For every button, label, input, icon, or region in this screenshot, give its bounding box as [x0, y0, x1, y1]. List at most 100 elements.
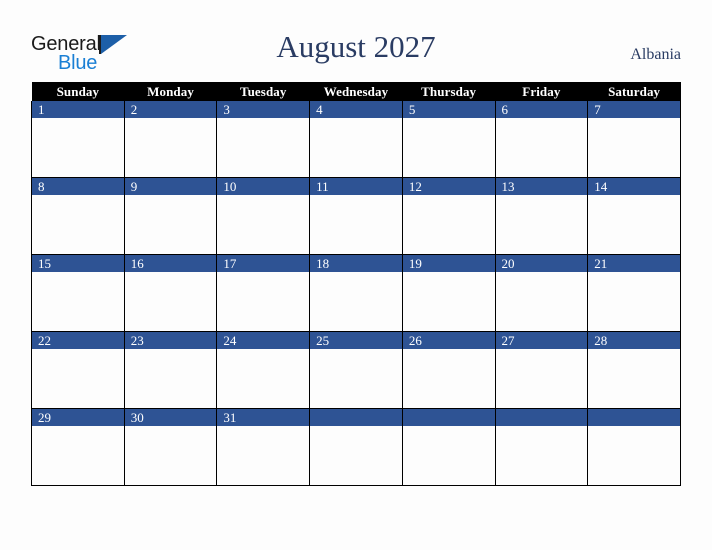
day-cell[interactable]: 25	[309, 331, 403, 409]
weekday-header-row: Sunday Monday Tuesday Wednesday Thursday…	[31, 82, 681, 101]
page-header: General Blue August 2027 Albania	[0, 0, 712, 80]
day-number: 31	[217, 409, 310, 426]
day-number: 19	[402, 255, 495, 272]
day-cell[interactable]: 26	[401, 331, 496, 409]
page-title: August 2027	[276, 29, 436, 64]
day-cell[interactable]: 19	[401, 254, 496, 332]
day-number: 16	[124, 255, 217, 272]
day-cell[interactable]: 17	[216, 254, 311, 332]
day-number: 27	[495, 332, 588, 349]
day-notes-area[interactable]	[217, 426, 310, 485]
day-cell[interactable]: 10	[216, 177, 311, 255]
day-notes-area[interactable]	[588, 426, 680, 485]
day-notes-area[interactable]	[310, 195, 402, 254]
day-notes-area[interactable]	[402, 118, 495, 177]
week-row: 1 2 3 4 5 6 7	[31, 101, 681, 178]
day-notes-area[interactable]	[124, 349, 217, 408]
day-notes-area[interactable]	[32, 118, 124, 177]
day-number: 29	[32, 409, 124, 426]
day-number: 18	[310, 255, 402, 272]
day-notes-area[interactable]	[310, 272, 402, 331]
day-cell[interactable]: 27	[494, 331, 589, 409]
day-notes-area[interactable]	[495, 195, 588, 254]
day-notes-area[interactable]	[32, 349, 124, 408]
day-notes-area[interactable]	[402, 272, 495, 331]
day-cell[interactable]: 31	[216, 408, 311, 486]
day-notes-area[interactable]	[124, 426, 217, 485]
weekday-header-thursday: Thursday	[402, 82, 496, 101]
day-cell[interactable]: 9	[123, 177, 218, 255]
day-cell[interactable]: 28	[587, 331, 681, 409]
day-number: 13	[495, 178, 588, 195]
day-number: 10	[217, 178, 310, 195]
day-number: 3	[217, 101, 310, 118]
day-cell[interactable]: 8	[31, 177, 125, 255]
day-cell[interactable]: 11	[309, 177, 403, 255]
day-cell[interactable]: 18	[309, 254, 403, 332]
week-row: 15 16 17 18 19 20 21	[31, 254, 681, 332]
day-notes-area[interactable]	[32, 195, 124, 254]
day-cell-empty[interactable]	[494, 408, 589, 486]
day-number: 7	[588, 101, 680, 118]
day-notes-area[interactable]	[124, 195, 217, 254]
day-notes-area[interactable]	[217, 349, 310, 408]
day-notes-area[interactable]	[495, 118, 588, 177]
day-notes-area[interactable]	[495, 272, 588, 331]
day-cell[interactable]: 13	[494, 177, 589, 255]
day-number	[588, 409, 680, 426]
weekday-header-monday: Monday	[124, 82, 217, 101]
day-number: 23	[124, 332, 217, 349]
weekday-header-sunday: Sunday	[31, 82, 125, 101]
day-cell-empty[interactable]	[309, 408, 403, 486]
week-row: 29 30 31	[31, 408, 681, 486]
day-cell[interactable]: 16	[123, 254, 218, 332]
day-notes-area[interactable]	[588, 349, 680, 408]
day-notes-area[interactable]	[217, 118, 310, 177]
day-number: 28	[588, 332, 680, 349]
day-cell[interactable]: 15	[31, 254, 125, 332]
day-cell-empty[interactable]	[401, 408, 496, 486]
day-cell[interactable]: 2	[123, 101, 218, 178]
day-number: 4	[310, 101, 402, 118]
day-cell[interactable]: 5	[401, 101, 496, 178]
day-notes-area[interactable]	[588, 195, 680, 254]
day-cell[interactable]: 22	[31, 331, 125, 409]
day-cell[interactable]: 4	[309, 101, 403, 178]
day-cell[interactable]: 7	[587, 101, 681, 178]
day-notes-area[interactable]	[310, 349, 402, 408]
day-notes-area[interactable]	[402, 349, 495, 408]
day-notes-area[interactable]	[32, 426, 124, 485]
day-notes-area[interactable]	[124, 118, 217, 177]
day-notes-area[interactable]	[217, 272, 310, 331]
day-number: 8	[32, 178, 124, 195]
day-number: 5	[402, 101, 495, 118]
day-cell[interactable]: 24	[216, 331, 311, 409]
day-notes-area[interactable]	[217, 195, 310, 254]
day-cell[interactable]: 21	[587, 254, 681, 332]
day-notes-area[interactable]	[310, 118, 402, 177]
day-cell[interactable]: 1	[31, 101, 125, 178]
day-cell[interactable]: 12	[401, 177, 496, 255]
day-cell[interactable]: 29	[31, 408, 125, 486]
day-number: 6	[495, 101, 588, 118]
day-notes-area[interactable]	[495, 426, 588, 485]
weekday-header-tuesday: Tuesday	[216, 82, 310, 101]
day-notes-area[interactable]	[588, 272, 680, 331]
day-cell[interactable]: 23	[123, 331, 218, 409]
day-notes-area[interactable]	[124, 272, 217, 331]
day-notes-area[interactable]	[588, 118, 680, 177]
day-notes-area[interactable]	[310, 426, 402, 485]
day-cell[interactable]: 3	[216, 101, 311, 178]
day-notes-area[interactable]	[402, 426, 495, 485]
day-cell[interactable]: 30	[123, 408, 218, 486]
day-notes-area[interactable]	[495, 349, 588, 408]
month-calendar-grid: Sunday Monday Tuesday Wednesday Thursday…	[31, 82, 681, 486]
day-cell-empty[interactable]	[587, 408, 681, 486]
day-number: 20	[495, 255, 588, 272]
day-number: 26	[402, 332, 495, 349]
day-notes-area[interactable]	[402, 195, 495, 254]
day-cell[interactable]: 20	[494, 254, 589, 332]
day-notes-area[interactable]	[32, 272, 124, 331]
day-cell[interactable]: 6	[494, 101, 589, 178]
day-cell[interactable]: 14	[587, 177, 681, 255]
